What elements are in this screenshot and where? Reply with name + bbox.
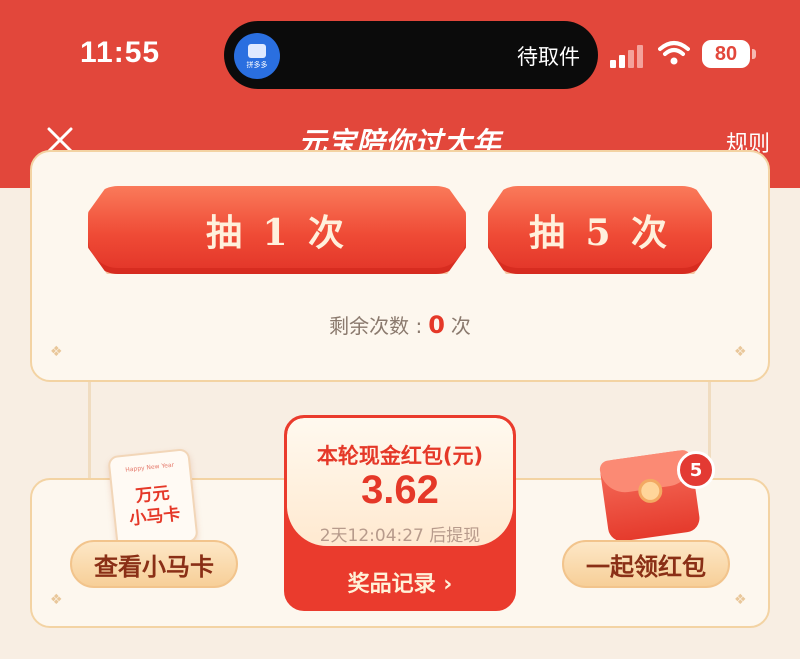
collect-red-envelope-button[interactable]: 一起领红包 xyxy=(562,540,730,588)
remaining-label: 剩余次数 : xyxy=(329,314,423,338)
notification-badge: 5 xyxy=(677,451,715,489)
ornament-icon: ❖ xyxy=(734,592,747,608)
pony-card-image[interactable]: Happy New Year 万元 小马卡 xyxy=(107,447,199,551)
withdraw-countdown: 2天12:04:27 后提现 xyxy=(319,526,481,546)
package-icon xyxy=(248,43,266,58)
remaining-unit: 次 xyxy=(450,314,471,338)
ornament-icon: ❖ xyxy=(734,344,747,360)
view-pony-card-button[interactable]: 查看小马卡 xyxy=(70,540,238,588)
prize-record-link[interactable]: 奖品记录 › xyxy=(287,566,513,598)
remaining-count: 0 xyxy=(428,311,445,339)
cash-red-envelope-card: 本轮现金红包(元) 3.62 2天12:04:27 后提现 奖品记录 › xyxy=(284,415,516,611)
signal-icon xyxy=(610,44,646,68)
pinduoduo-app-icon: 拼多多 xyxy=(234,33,280,79)
connector-line xyxy=(88,382,91,482)
battery-cap xyxy=(752,49,756,59)
ornament-icon: ❖ xyxy=(50,344,63,360)
wifi-icon xyxy=(658,41,690,65)
island-app-label: 拼多多 xyxy=(246,60,268,69)
status-time: 11:55 xyxy=(80,36,161,69)
pony-card-greeting: Happy New Year xyxy=(124,461,175,474)
ornament-icon: ❖ xyxy=(50,592,63,608)
draw-five-button[interactable]: 抽 5 次 xyxy=(488,186,712,274)
pony-card-text: 万元 小马卡 xyxy=(128,483,182,530)
draw-once-button[interactable]: 抽 1 次 xyxy=(88,186,466,274)
cash-card-title: 本轮现金红包(元) xyxy=(316,444,484,468)
battery-icon: 80 xyxy=(702,40,750,68)
cash-card-top: 本轮现金红包(元) 3.62 2天12:04:27 后提现 xyxy=(287,418,513,546)
dynamic-island[interactable]: 拼多多 待取件 xyxy=(224,21,598,89)
island-status-text: 待取件 xyxy=(517,45,580,69)
cash-amount: 3.62 xyxy=(361,468,439,512)
remaining-draws: 剩余次数 :0次 xyxy=(0,310,800,339)
